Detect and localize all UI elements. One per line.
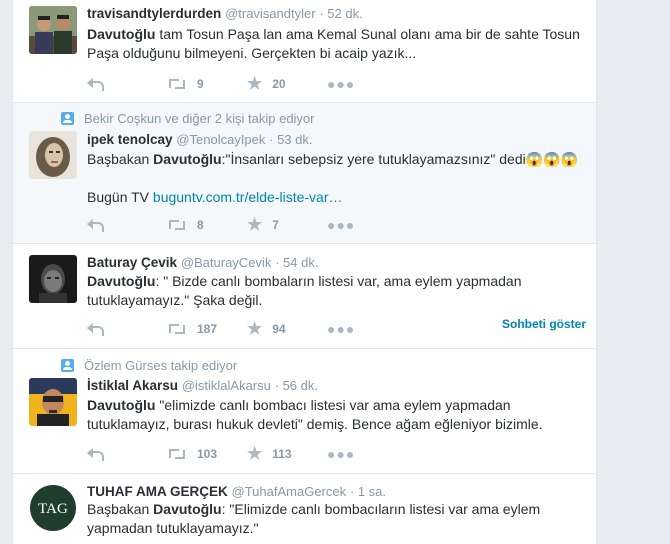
tweet[interactable]: TAG TUHAF AMA GERÇEK @TuhafAmaGercek · 1… — [13, 474, 596, 544]
retweet-button[interactable]: 103 — [167, 447, 247, 461]
tweet-text: Başbakan Davutoğlu:"İnsanları sebepsiz y… — [87, 151, 579, 205]
star-icon: ★ — [247, 74, 263, 93]
tweet-actions: 187 ★ 94 ●●● — [87, 320, 355, 337]
display-name[interactable]: TUHAF AMA GERÇEK — [87, 484, 228, 499]
more-icon: ●●● — [327, 320, 356, 337]
retweet-icon — [167, 322, 187, 336]
retweet-button[interactable]: 9 — [167, 77, 247, 91]
more-button[interactable]: ●●● — [327, 217, 355, 233]
favorite-count: 94 — [272, 321, 286, 336]
username[interactable]: @BaturayCevik — [181, 255, 272, 270]
retweet-icon — [167, 218, 187, 232]
username[interactable]: @istiklalAkarsu — [182, 378, 271, 393]
retweet-count: 8 — [197, 217, 204, 232]
avatar[interactable] — [29, 131, 77, 179]
avatar[interactable] — [29, 255, 77, 303]
reply-icon — [87, 322, 104, 336]
tweet-text: Davutoğlu "elimizde canlı bombacı listes… — [87, 397, 543, 432]
more-icon: ●●● — [327, 216, 356, 233]
favorite-count: 20 — [272, 76, 286, 91]
favorite-button[interactable]: ★ 7 — [247, 216, 327, 233]
reply-button[interactable] — [87, 447, 167, 461]
timestamp[interactable]: · 52 dk. — [319, 6, 362, 21]
reply-icon — [87, 218, 104, 232]
display-name[interactable]: Baturay Çevik — [87, 255, 177, 270]
tweet-actions: 9 ★ 20 ●●● — [87, 75, 355, 92]
reply-icon — [87, 77, 104, 91]
star-icon: ★ — [247, 444, 263, 463]
username[interactable]: @travisandtyler — [225, 6, 316, 21]
user-icon — [61, 359, 74, 372]
svg-text:TAG: TAG — [38, 501, 68, 517]
reply-button[interactable] — [87, 218, 167, 232]
display-name[interactable]: ipek tenolcay — [87, 132, 173, 147]
retweet-icon — [167, 447, 187, 461]
tweet-context: Özlem Gürses takip ediyor — [61, 358, 237, 373]
retweet-count: 9 — [197, 76, 204, 91]
timestamp[interactable]: · 53 dk. — [269, 132, 312, 147]
display-name[interactable]: travisandtylerdurden — [87, 6, 221, 21]
favorite-count: 113 — [272, 446, 292, 461]
timestamp[interactable]: · 54 dk. — [275, 255, 318, 270]
reply-button[interactable] — [87, 322, 167, 336]
tweet-actions: 8 ★ 7 ●●● — [87, 216, 355, 233]
tweet-text: Davutoğlu tam Tosun Paşa lan ama Kemal S… — [87, 26, 580, 61]
tweet-actions: 103 ★ 113 ●●● — [87, 445, 355, 462]
tweet-header: TUHAF AMA GERÇEK @TuhafAmaGercek · 1 sa. — [87, 484, 386, 499]
star-icon: ★ — [247, 215, 263, 234]
more-icon: ●●● — [327, 445, 356, 462]
retweet-button[interactable]: 187 — [167, 322, 247, 336]
tweet-text: Başbakan Davutoğlu: "Elimizde canlı bomb… — [87, 501, 541, 536]
avatar[interactable]: TAG — [29, 484, 77, 532]
retweet-icon — [167, 77, 187, 91]
tweet[interactable]: Baturay Çevik @BaturayCevik · 54 dk. Dav… — [13, 244, 596, 349]
tweet-header: Baturay Çevik @BaturayCevik · 54 dk. — [87, 255, 318, 270]
more-button[interactable]: ●●● — [327, 446, 355, 462]
retweet-count: 103 — [197, 446, 218, 461]
avatar[interactable] — [29, 378, 77, 426]
timeline: travisandtylerdurden @travisandtyler · 5… — [12, 0, 597, 544]
favorite-count: 7 — [272, 217, 279, 232]
tweet-header: travisandtylerdurden @travisandtyler · 5… — [87, 6, 363, 21]
star-icon: ★ — [247, 319, 263, 338]
reply-button[interactable] — [87, 77, 167, 91]
favorite-button[interactable]: ★ 20 — [247, 75, 327, 92]
username[interactable]: @TenolcayIpek — [176, 132, 265, 147]
display-name[interactable]: İstiklal Akarsu — [87, 378, 178, 393]
show-conversation-link[interactable]: Sohbeti göster — [502, 317, 586, 331]
favorite-button[interactable]: ★ 94 — [247, 320, 327, 337]
user-icon — [61, 112, 74, 125]
tweet-header: İstiklal Akarsu @istiklalAkarsu · 56 dk. — [87, 378, 318, 393]
tweet[interactable]: Bekir Coşkun ve diğer 2 kişi takip ediyo… — [13, 103, 596, 244]
more-button[interactable]: ●●● — [327, 76, 355, 92]
tweet[interactable]: Özlem Gürses takip ediyor İstiklal Akars… — [13, 349, 596, 474]
reply-icon — [87, 447, 104, 461]
timestamp[interactable]: · 56 dk. — [275, 378, 318, 393]
tweet-link[interactable]: buguntv.com.tr/elde-liste-var… — [153, 189, 343, 205]
tweet[interactable]: travisandtylerdurden @travisandtyler · 5… — [13, 0, 596, 103]
avatar[interactable] — [29, 6, 77, 54]
tweet-context: Bekir Coşkun ve diğer 2 kişi takip ediyo… — [61, 111, 315, 126]
more-icon: ●●● — [327, 75, 356, 92]
retweet-count: 187 — [197, 321, 218, 336]
tweet-header: ipek tenolcay @TenolcayIpek · 53 dk. — [87, 132, 313, 147]
favorite-button[interactable]: ★ 113 — [247, 445, 327, 462]
username[interactable]: @TuhafAmaGercek — [232, 484, 347, 499]
tweet-text: Davutoğlu: " Bizde canlı bombaların list… — [87, 273, 522, 308]
retweet-button[interactable]: 8 — [167, 218, 247, 232]
timestamp[interactable]: · 1 sa. — [350, 484, 386, 499]
more-button[interactable]: ●●● — [327, 321, 355, 337]
